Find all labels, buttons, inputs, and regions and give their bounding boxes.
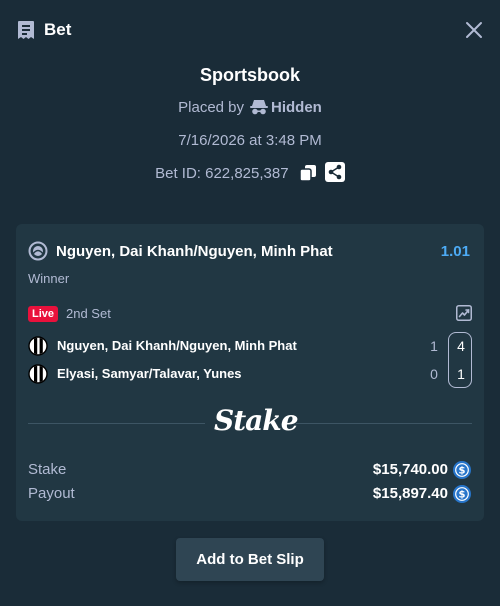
selection-odds: 1.01 — [440, 243, 470, 260]
modal-title: Bet — [44, 20, 72, 39]
copy-button[interactable] — [298, 164, 317, 184]
svg-text:$: $ — [459, 466, 466, 477]
payout-value: $15,897.40 — [372, 485, 448, 502]
team-jersey-icon — [28, 364, 48, 384]
incognito-icon — [250, 100, 269, 115]
stake-logo: Stake — [214, 404, 299, 437]
team-jersey-icon — [28, 336, 48, 356]
svg-text:$: $ — [459, 490, 466, 501]
payout-label: Payout — [28, 485, 75, 502]
share-icon — [324, 162, 345, 182]
stake-label: Stake — [28, 461, 67, 478]
modal-header: Bet — [0, 0, 500, 60]
copy-icon — [298, 165, 316, 182]
divider — [296, 423, 472, 424]
usdc-coin-icon: $ — [453, 485, 471, 503]
stake-value: $15,740.00 — [372, 461, 448, 478]
bet-date: 7/16/2026 at 3:48 PM — [178, 132, 322, 149]
player-2-game-score: 0 — [430, 366, 438, 382]
player-1-name: Nguyen, Dai Khanh/Nguyen, Minh Phat — [57, 338, 297, 353]
bet-id: Bet ID: 622,825,387 — [155, 165, 289, 182]
bet-card: Nguyen, Dai Khanh/Nguyen, Minh Phat 1.01… — [16, 224, 484, 521]
divider — [28, 423, 205, 424]
market-name: Winner — [28, 271, 70, 286]
usdc-coin-icon: $ — [453, 461, 471, 479]
live-badge: Live — [28, 306, 59, 322]
share-button[interactable] — [324, 162, 345, 184]
close-icon[interactable] — [462, 18, 486, 42]
set-score-box — [448, 332, 472, 388]
placed-by-line: Placed by Hidden — [0, 98, 500, 118]
placed-by-name: Hidden — [271, 99, 322, 116]
receipt-icon — [18, 21, 34, 39]
chart-icon[interactable] — [456, 305, 472, 321]
selection-name[interactable]: Nguyen, Dai Khanh/Nguyen, Minh Phat — [56, 242, 333, 262]
tennis-ball-icon — [28, 241, 48, 261]
placed-by-label: Placed by — [178, 99, 245, 116]
player-2-name: Elyasi, Samyar/Talavar, Yunes — [57, 366, 242, 381]
player-1-game-score: 1 — [430, 338, 438, 354]
bet-type-title: Sportsbook — [199, 65, 300, 85]
match-period: 2nd Set — [66, 306, 111, 321]
add-to-bet-slip-button[interactable]: Add to Bet Slip — [176, 538, 324, 581]
bet-id-line: Bet ID: 622,825,387 — [0, 162, 500, 184]
